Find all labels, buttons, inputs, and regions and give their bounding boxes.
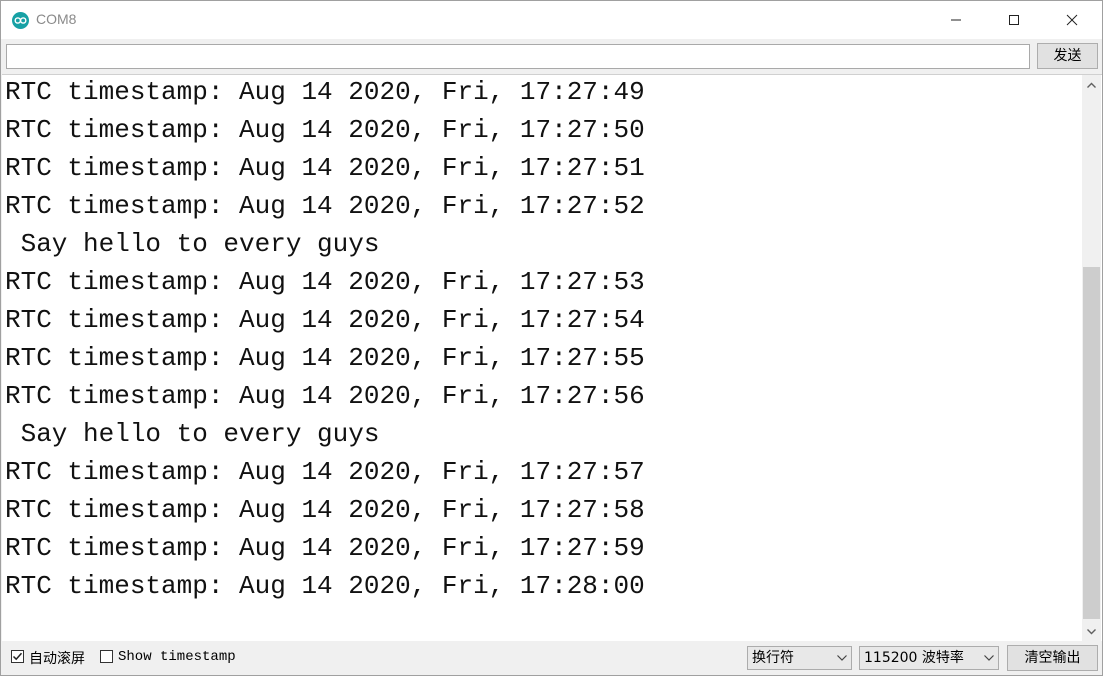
minimize-icon: [951, 19, 961, 21]
close-button[interactable]: [1043, 1, 1101, 39]
scrollbar-thumb[interactable]: [1083, 267, 1100, 619]
minimize-button[interactable]: [927, 1, 985, 39]
window-title: COM8: [36, 11, 77, 27]
autoscroll-checkbox[interactable]: [11, 650, 24, 663]
output-line: RTC timestamp: Aug 14 2020, Fri, 17:27:5…: [5, 457, 645, 487]
output-line: RTC timestamp: Aug 14 2020, Fri, 17:28:0…: [5, 571, 645, 601]
chevron-down-icon: [984, 655, 994, 661]
scroll-up-arrow-icon: [1087, 82, 1096, 88]
scroll-up-button[interactable]: [1082, 75, 1101, 94]
output-line: RTC timestamp: Aug 14 2020, Fri, 17:27:5…: [5, 495, 645, 525]
close-icon: [1066, 14, 1078, 26]
send-button[interactable]: 发送: [1037, 43, 1098, 69]
autoscroll-label[interactable]: 自动滚屏: [29, 648, 85, 668]
serial-output[interactable]: RTC timestamp: Aug 14 2020, Fri, 17:27:4…: [2, 74, 1102, 642]
status-bar: 自动滚屏 Show timestamp 换行符 115200 波特率 清空输出: [1, 641, 1102, 675]
output-line: RTC timestamp: Aug 14 2020, Fri, 17:27:5…: [5, 305, 645, 335]
maximize-icon: [1009, 15, 1019, 25]
clear-output-button[interactable]: 清空输出: [1007, 645, 1098, 671]
scroll-down-arrow-icon: [1087, 628, 1096, 634]
output-line: RTC timestamp: Aug 14 2020, Fri, 17:27:5…: [5, 153, 645, 183]
output-line: Say hello to every guys: [5, 229, 380, 259]
title-bar: COM8: [1, 1, 1102, 39]
checkmark-icon: [12, 652, 23, 661]
send-input[interactable]: [6, 44, 1030, 69]
line-ending-value: 换行符: [752, 650, 794, 666]
send-bar: 发送: [1, 39, 1102, 73]
maximize-button[interactable]: [985, 1, 1043, 39]
output-line: Say hello to every guys: [5, 419, 380, 449]
output-line: RTC timestamp: Aug 14 2020, Fri, 17:27:5…: [5, 381, 645, 411]
output-line: RTC timestamp: Aug 14 2020, Fri, 17:27:5…: [5, 191, 645, 221]
output-line: RTC timestamp: Aug 14 2020, Fri, 17:27:5…: [5, 267, 645, 297]
chevron-down-icon: [837, 655, 847, 661]
baud-rate-select[interactable]: 115200 波特率: [859, 646, 999, 670]
serial-monitor-window: COM8 发送 RTC timestamp: Aug 14 2020, Fri,…: [0, 0, 1103, 676]
output-line: RTC timestamp: Aug 14 2020, Fri, 17:27:5…: [5, 115, 645, 145]
arduino-icon: [12, 12, 29, 29]
baud-rate-value: 115200 波特率: [864, 650, 964, 666]
output-line: RTC timestamp: Aug 14 2020, Fri, 17:27:4…: [5, 77, 645, 107]
show-timestamp-label[interactable]: Show timestamp: [118, 649, 236, 665]
scroll-down-button[interactable]: [1082, 622, 1101, 641]
output-lines: RTC timestamp: Aug 14 2020, Fri, 17:27:4…: [5, 75, 1075, 607]
output-line: RTC timestamp: Aug 14 2020, Fri, 17:27:5…: [5, 533, 645, 563]
show-timestamp-checkbox[interactable]: [100, 650, 113, 663]
vertical-scrollbar[interactable]: [1082, 75, 1101, 641]
line-ending-select[interactable]: 换行符: [747, 646, 852, 670]
output-line: RTC timestamp: Aug 14 2020, Fri, 17:27:5…: [5, 343, 645, 373]
